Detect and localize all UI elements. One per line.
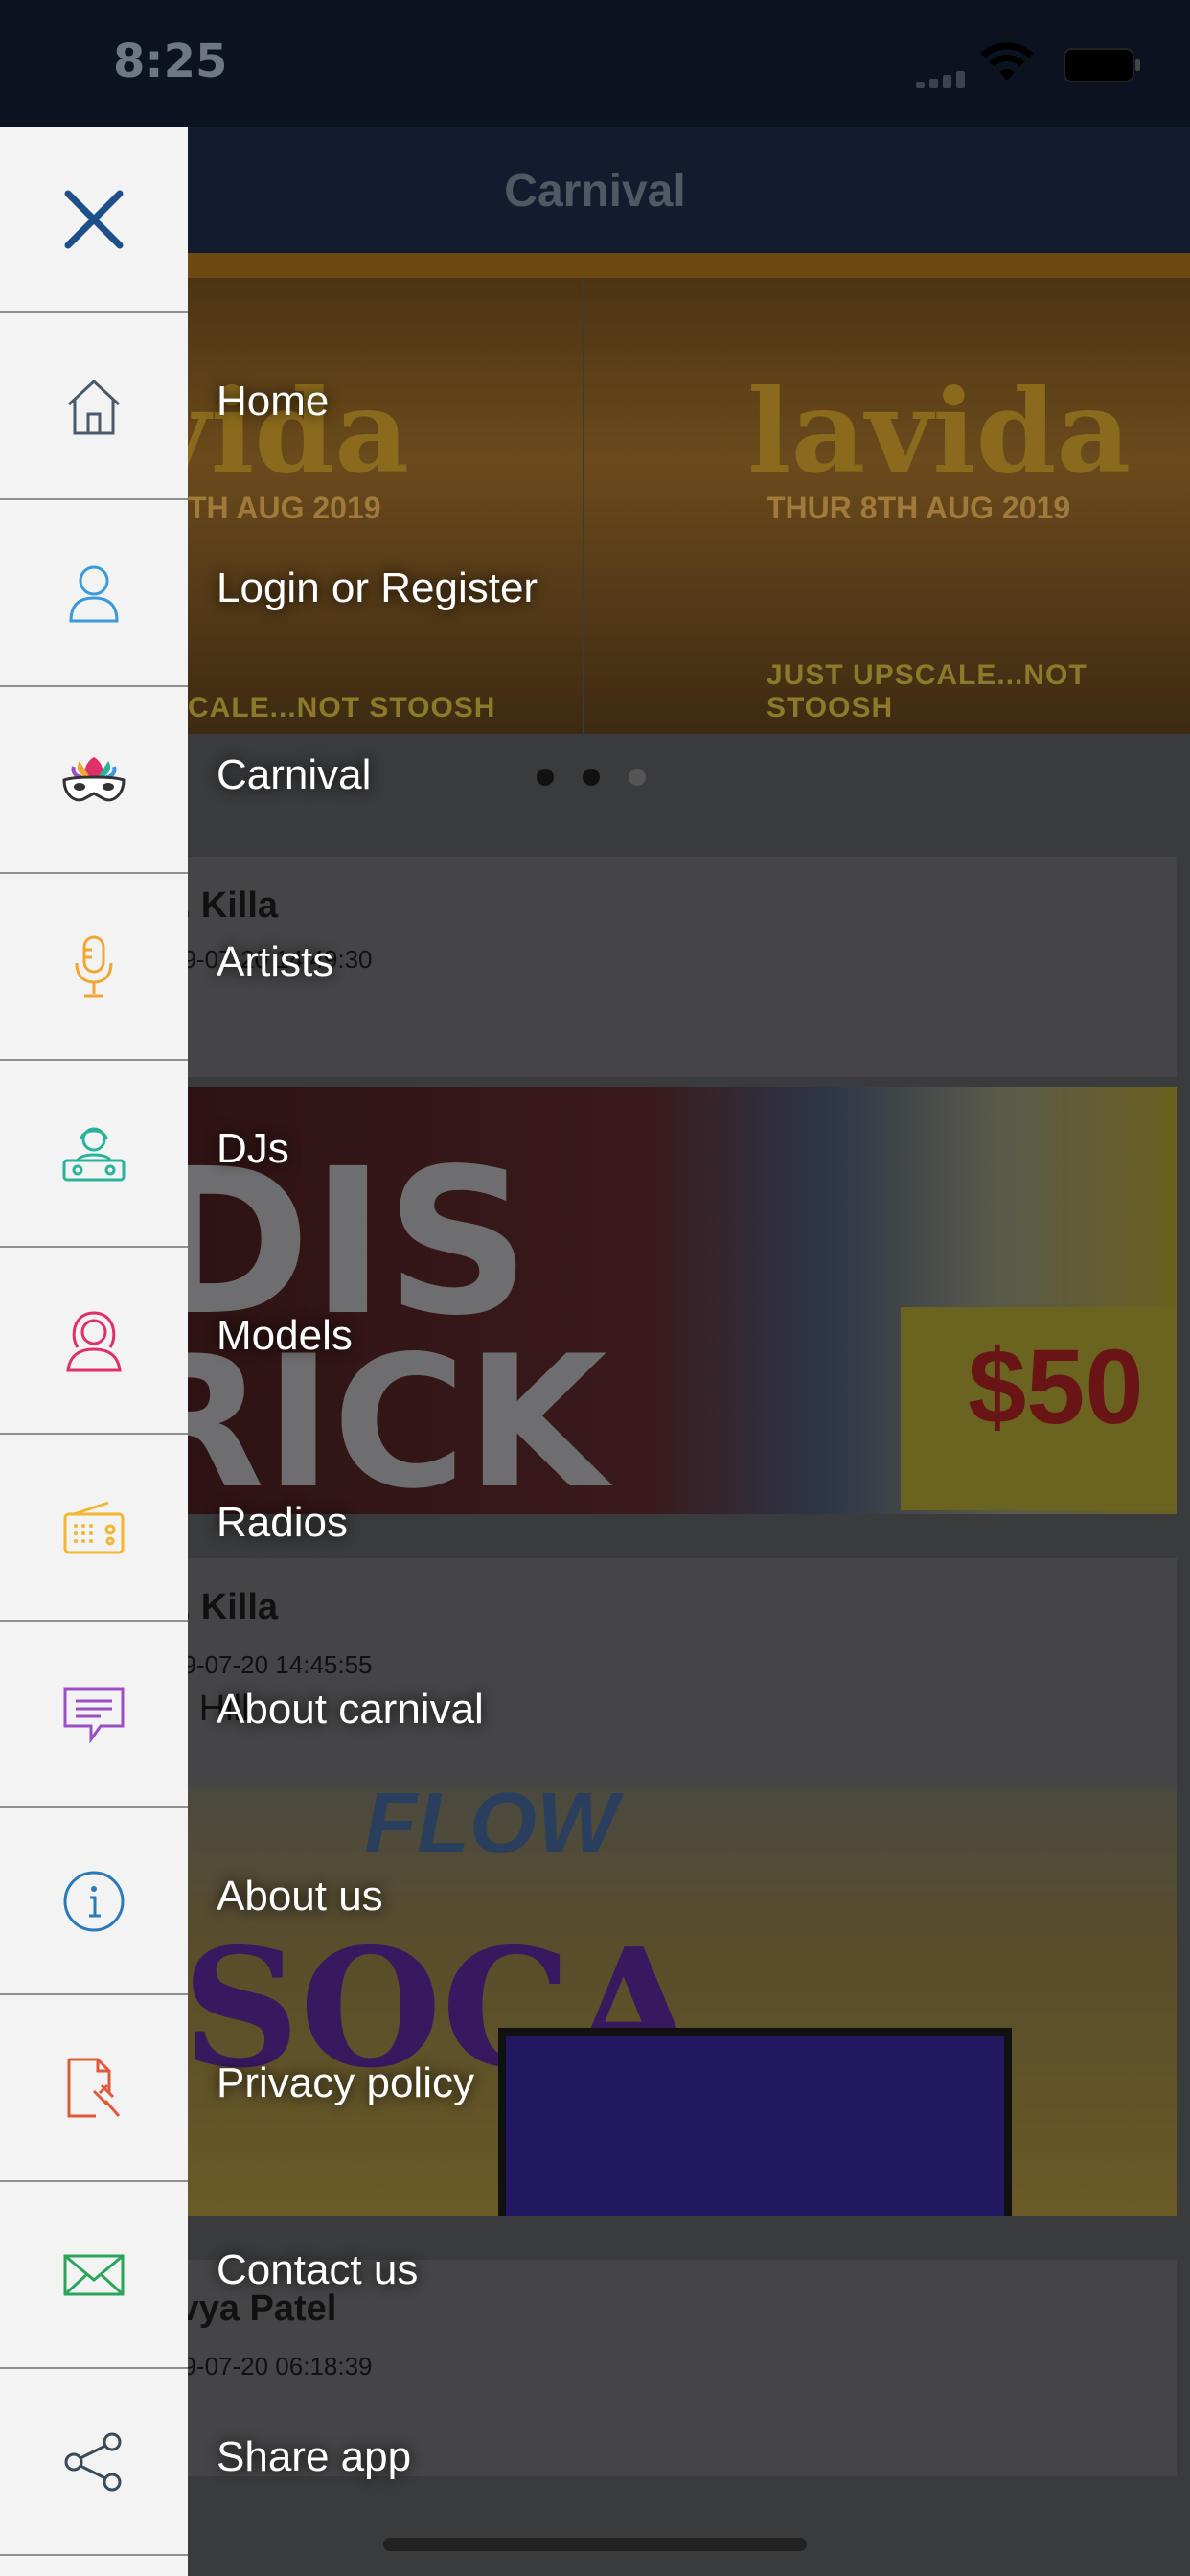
menu-label-share-app[interactable]: Share app bbox=[217, 2433, 411, 2481]
menu-label-radios[interactable]: Radios bbox=[217, 1499, 348, 1547]
menu-item-models[interactable] bbox=[0, 1248, 188, 1435]
poster-hill-box bbox=[498, 2028, 1012, 2216]
menu-label-about-us[interactable]: About us bbox=[217, 1873, 383, 1920]
pager-dot[interactable] bbox=[629, 769, 646, 786]
menu-label-models[interactable]: Models bbox=[217, 1312, 353, 1360]
menu-label-home[interactable]: Home bbox=[217, 378, 329, 426]
banner-date-right: THUR 8TH AUG 2019 bbox=[767, 491, 1071, 525]
banner-tag-right: JUST UPSCALE...NOT STOOSH bbox=[767, 659, 1087, 724]
side-drawer bbox=[0, 126, 188, 2576]
share-icon bbox=[64, 2432, 122, 2491]
mail-icon bbox=[63, 2254, 125, 2295]
menu-label-artists[interactable]: Artists bbox=[217, 938, 333, 986]
menu-item-about-carnival[interactable] bbox=[0, 1622, 188, 1808]
post-timestamp: 19-07-20 14:45:55 bbox=[169, 1650, 373, 1679]
menu-label-carnival[interactable]: Carnival bbox=[217, 751, 371, 799]
menu-item-radios[interactable] bbox=[0, 1435, 188, 1622]
poster-text: FLOW bbox=[364, 1788, 618, 1872]
battery-icon bbox=[1064, 48, 1140, 82]
menu-label-djs[interactable]: DJs bbox=[217, 1125, 289, 1173]
poster-text: RICK bbox=[125, 1317, 607, 1514]
message-icon bbox=[63, 1687, 125, 1743]
microphone-icon bbox=[75, 935, 113, 997]
menu-item-djs[interactable] bbox=[0, 1061, 188, 1248]
banner-title-right: lavida bbox=[747, 364, 1132, 499]
menu-item-about-us[interactable] bbox=[0, 1808, 188, 1995]
menu-item-carnival[interactable] bbox=[0, 687, 188, 874]
menu-label-about-carnival[interactable]: About carnival bbox=[217, 1686, 484, 1734]
menu-label-login[interactable]: Login or Register bbox=[217, 564, 538, 612]
cellular-signal-icon bbox=[916, 69, 970, 88]
dj-icon bbox=[62, 1127, 126, 1181]
model-icon bbox=[66, 1310, 122, 1371]
menu-item-home[interactable] bbox=[0, 313, 188, 500]
menu-item-share-app[interactable] bbox=[0, 2369, 188, 2556]
menu-label-contact-us[interactable]: Contact us bbox=[217, 2246, 418, 2294]
status-bar: 8:25 bbox=[0, 0, 1190, 126]
close-menu-button[interactable] bbox=[0, 126, 188, 313]
menu-item-contact-us[interactable] bbox=[0, 2182, 188, 2369]
carnival-mask-icon bbox=[62, 756, 126, 801]
menu-item-login[interactable] bbox=[0, 500, 188, 687]
post-author: ivya Patel bbox=[169, 2288, 337, 2329]
home-indicator[interactable] bbox=[383, 2538, 807, 2551]
menu-label-privacy-policy[interactable]: Privacy policy bbox=[217, 2059, 474, 2107]
pager-dot[interactable] bbox=[537, 769, 554, 786]
document-gavel-icon bbox=[67, 2058, 121, 2117]
banner-date-left: TH AUG 2019 bbox=[188, 491, 381, 525]
ticket-price: $50 bbox=[968, 1328, 1144, 1446]
carousel-pager[interactable] bbox=[537, 769, 675, 791]
close-icon bbox=[64, 190, 124, 248]
pager-dot[interactable] bbox=[583, 769, 600, 786]
status-time: 8:25 bbox=[113, 34, 228, 88]
info-icon bbox=[63, 1871, 125, 1931]
post-timestamp: 19-07-20 06:18:39 bbox=[169, 2352, 373, 2380]
wifi-icon bbox=[980, 42, 1034, 80]
radio-icon bbox=[63, 1501, 125, 1553]
banner-slide-right[interactable]: lavida THUR 8TH AUG 2019 JUST UPSCALE...… bbox=[584, 278, 1190, 734]
user-icon bbox=[69, 565, 119, 622]
menu-item-privacy-policy[interactable] bbox=[0, 1995, 188, 2182]
home-icon bbox=[67, 379, 121, 434]
banner-tag-left: CALE...NOT STOOSH bbox=[188, 692, 496, 724]
menu-item-artists[interactable] bbox=[0, 874, 188, 1061]
